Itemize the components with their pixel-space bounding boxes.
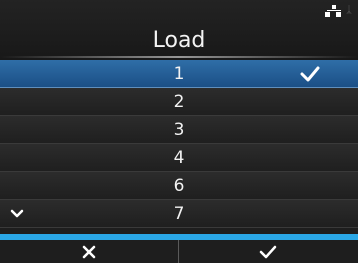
checkmark-icon — [259, 245, 277, 258]
header: ᛣ Load — [0, 0, 358, 60]
list-item[interactable]: 1 — [0, 60, 358, 88]
list-item[interactable]: 7 — [0, 200, 358, 228]
page-title: Load — [152, 28, 206, 53]
title-underline — [0, 56, 358, 58]
network-icon — [325, 5, 343, 17]
list-item[interactable]: 6 — [0, 172, 358, 200]
cancel-button[interactable] — [0, 240, 179, 263]
list-item-label: 3 — [173, 120, 185, 140]
close-icon — [82, 245, 96, 258]
list-item[interactable]: 3 — [0, 116, 358, 144]
status-icons: ᛣ — [325, 4, 352, 18]
load-list: 1 2 3 4 6 7 — [0, 60, 358, 228]
list-item-label: 7 — [173, 204, 185, 224]
load-screen: ᛣ Load 1 2 3 4 6 7 — [0, 0, 358, 263]
list-item-label: 6 — [173, 176, 185, 196]
ok-button[interactable] — [179, 240, 357, 263]
list-item-label: 2 — [173, 92, 185, 112]
list-item[interactable]: 2 — [0, 88, 358, 116]
checkmark-icon — [300, 66, 320, 82]
bluetooth-icon: ᛣ — [346, 5, 352, 16]
list-item-label: 4 — [173, 148, 185, 168]
list-item[interactable]: 4 — [0, 144, 358, 172]
